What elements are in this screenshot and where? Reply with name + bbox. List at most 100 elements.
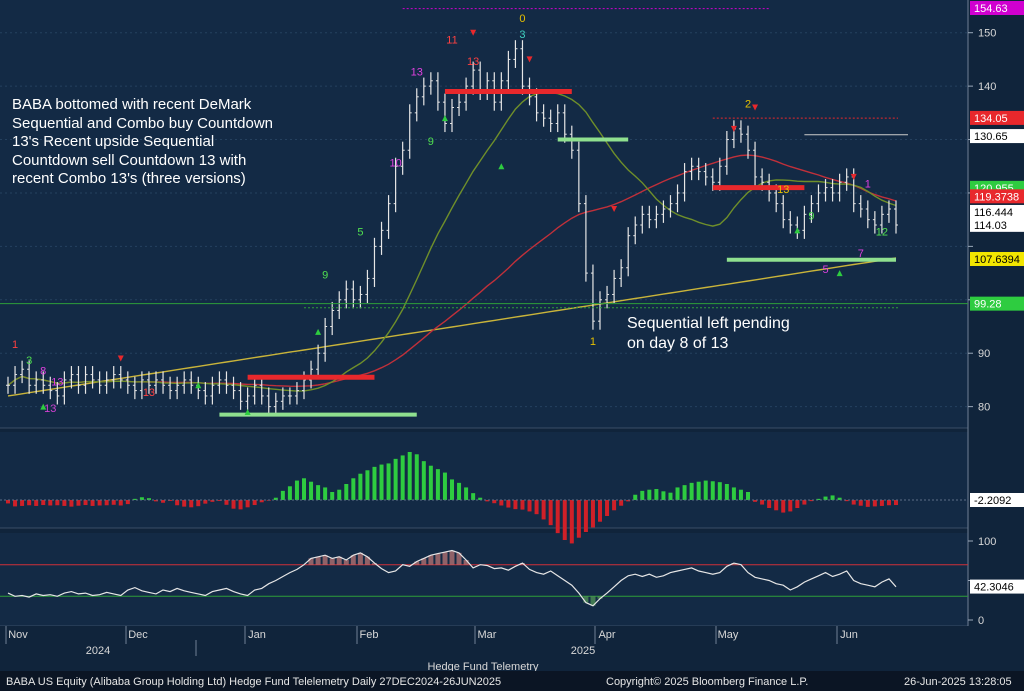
oscillator-bar (605, 500, 610, 516)
chart-window: 80 90 140 150 1 3 8 13 13 13 9 5 10 13 9 11 13 0 3 1 2 13 9 5 12… (0, 0, 1024, 691)
demark-count-label: 1 (590, 336, 596, 348)
year-label: 2025 (571, 645, 595, 657)
oscillator-bar (795, 500, 800, 508)
demark-count-label: 9 (428, 136, 434, 148)
demark-count-label: 5 (357, 227, 363, 239)
demark-count-label: 12 (876, 227, 888, 239)
oscillator-bar (294, 480, 299, 500)
oscillator-bar (471, 493, 476, 500)
demark-count-label: 9 (808, 211, 814, 223)
oscillator-bar (6, 500, 10, 504)
month-label: Jun (840, 629, 858, 641)
demark-count-label: 5 (822, 264, 828, 276)
demark-count-label: 8 (40, 366, 46, 378)
oscillator-bar (69, 500, 74, 507)
oscillator-bar (464, 487, 469, 500)
oscillator-bar (682, 485, 687, 500)
oscillator-bar (344, 484, 349, 500)
oscillator-bar (34, 500, 39, 506)
oscillator-bar (746, 492, 750, 500)
demark-count-label: 9 (322, 269, 328, 281)
oscillator-bar (731, 487, 736, 500)
oscillator-bar (20, 500, 25, 506)
price-label-text: 116.444 (974, 207, 1013, 219)
oscillator-bar (675, 487, 680, 500)
oscillator-bar (851, 500, 856, 505)
oscillator-bar (569, 500, 574, 544)
oscillator-bar (654, 489, 659, 500)
month-label: Feb (360, 629, 379, 641)
oscillator-bar (182, 500, 187, 507)
oscillator-bar (583, 500, 588, 532)
oscillator-bar (457, 482, 462, 500)
month-label: Apr (598, 629, 615, 641)
oscillator-bar (379, 464, 384, 500)
price-label-text: 119.3738 (974, 191, 1019, 203)
demark-count-label: 0 (519, 13, 525, 25)
oscillator-bar (372, 466, 377, 500)
oscillator-bar (111, 500, 116, 505)
oscillator-bar (323, 487, 328, 500)
oscillator-bar (245, 500, 250, 508)
oscillator-bar (886, 500, 891, 506)
oscillator-bar (97, 500, 102, 506)
oscillator-bar (450, 479, 454, 500)
oscillator-bar (76, 500, 81, 506)
oscillator-bar (647, 489, 652, 500)
oscillator-bar (351, 478, 356, 500)
oscillator-bar (590, 500, 595, 528)
footer-timestamp: 26-Jun-2025 13:28:05 (904, 676, 1012, 688)
oscillator-bar (527, 500, 532, 512)
oscillator-bar (231, 500, 236, 509)
price-tick-label: 150 (978, 28, 996, 40)
price-label-text: 114.03 (974, 220, 1007, 232)
oscillator-bar (513, 500, 518, 510)
demark-count-label: 3 (26, 355, 32, 367)
x-axis-title: Hedge Fund Telemetry (427, 661, 539, 671)
demark-count-label: 7 (858, 248, 864, 260)
month-label: Mar (478, 629, 497, 641)
oscillator-bar (55, 500, 60, 506)
oscillator-bar (760, 500, 765, 505)
oscillator-bar (118, 500, 123, 506)
rsi-tick-label: 100 (978, 536, 996, 548)
demark-count-label: 1 (865, 179, 871, 191)
month-label: Jan (248, 629, 266, 641)
oscillator-bar (781, 500, 786, 513)
oscillator-bar (435, 469, 440, 500)
oscillator-bar (337, 489, 342, 500)
oscillator-bar (499, 500, 504, 506)
rsi-tick-label: 0 (978, 615, 984, 627)
price-tick-label: 80 (978, 402, 990, 414)
oscillator-value-text: -2.2092 (974, 495, 1011, 507)
footer-copyright: Copyright© 2025 Bloomberg Finance L.P. (606, 676, 809, 688)
oscillator-bar (428, 465, 433, 500)
demark-count-label: 13 (51, 376, 63, 388)
oscillator-bar (175, 500, 180, 506)
footer-security: BABA US Equity (Alibaba Group Holding Lt… (6, 676, 502, 688)
oscillator-bar (774, 500, 779, 511)
price-label-text: 107.6394 (974, 254, 1020, 266)
oscillator-bar (520, 500, 525, 510)
price-label-text: 130.65 (974, 131, 1008, 143)
oscillator-bar (710, 481, 715, 500)
oscillator-bar (696, 481, 701, 500)
oscillator-bar (717, 482, 722, 500)
oscillator-bar (442, 472, 447, 500)
oscillator-bar (689, 482, 694, 500)
month-label: Nov (8, 629, 28, 641)
month-label: May (718, 629, 739, 641)
oscillator-bar (633, 494, 638, 500)
price-label-text: 154.63 (974, 3, 1008, 15)
price-tick-label: 140 (978, 81, 996, 93)
oscillator-bar (386, 463, 391, 500)
oscillator-bar (280, 490, 285, 500)
oscillator-bar (534, 500, 539, 515)
panel-background-2 (0, 533, 968, 626)
oscillator-bar (788, 500, 793, 512)
oscillator-bar (252, 500, 257, 506)
oscillator-bar (703, 480, 708, 500)
oscillator-bar (858, 500, 863, 506)
oscillator-bar (541, 500, 546, 520)
demark-count-label: 13 (44, 403, 56, 415)
